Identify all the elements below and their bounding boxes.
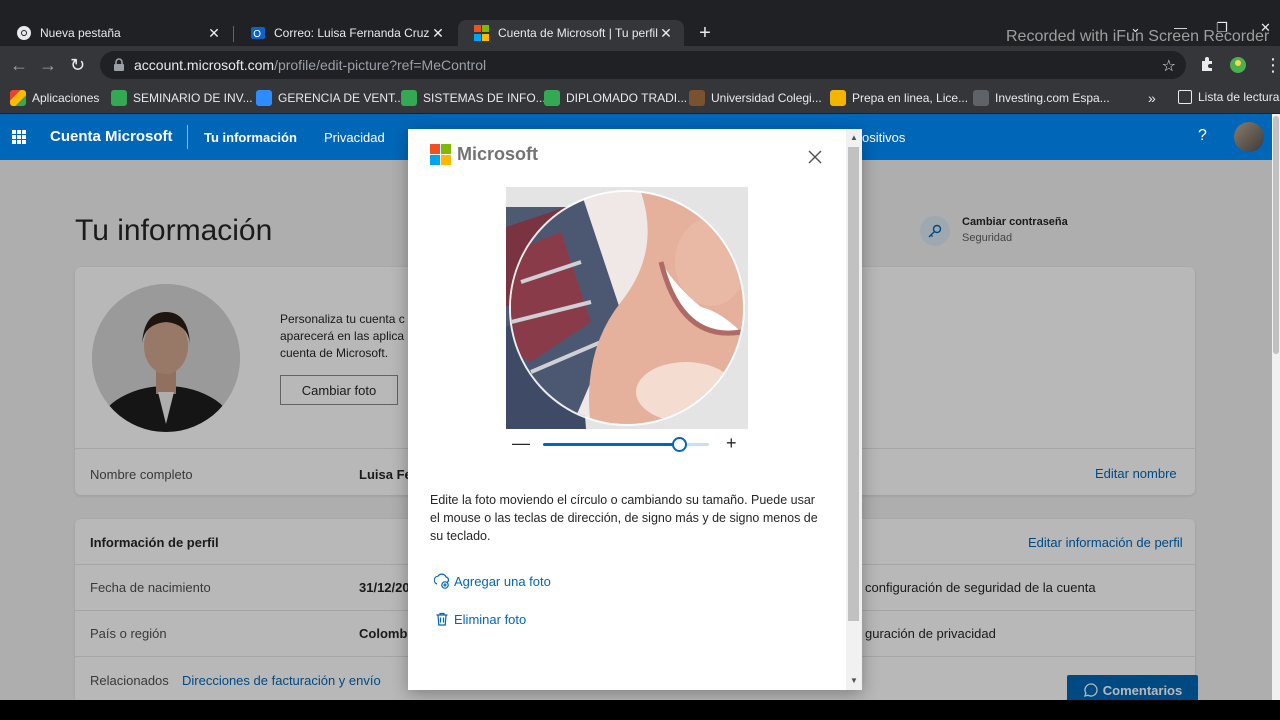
bookmark-star-icon[interactable]: ☆	[1162, 56, 1176, 76]
zoom-slider-fill	[543, 443, 680, 446]
url-host: account.microsoft.com	[134, 57, 275, 73]
bookmark-item[interactable]: Investing.com Espa...	[973, 90, 1110, 106]
scroll-up-icon[interactable]: ▲	[850, 133, 858, 142]
classroom-icon	[544, 90, 560, 106]
crop-selection-circle[interactable]	[509, 190, 745, 426]
photo-crop-area[interactable]	[506, 187, 748, 429]
close-tab-icon[interactable]: ✕	[430, 25, 446, 42]
address-bar[interactable]: account.microsoft.com/profile/edit-pictu…	[100, 51, 1186, 79]
investing-icon	[973, 90, 989, 106]
bookmark-item[interactable]: GERENCIA DE VENT...	[256, 90, 404, 106]
close-tab-icon[interactable]: ✕	[206, 25, 222, 42]
apps-grid-icon	[10, 90, 26, 106]
bookmark-apps[interactable]: Aplicaciones	[10, 90, 99, 106]
dialog-scrollbar[interactable]: ▲ ▼	[846, 129, 862, 690]
zoom-slider[interactable]	[543, 437, 709, 452]
close-icon[interactable]	[807, 149, 823, 165]
svg-text:O: O	[253, 29, 261, 40]
nav-dispositivos[interactable]: ositivos	[862, 130, 905, 145]
tab-title: Correo: Luisa Fernanda Cruz Vasa	[274, 26, 430, 40]
page-scrollbar[interactable]	[1272, 114, 1280, 700]
nav-tu-informacion[interactable]: Tu información	[204, 130, 297, 145]
bookmark-item[interactable]: Universidad Colegi...	[689, 90, 822, 106]
close-tab-icon[interactable]: ✕	[658, 25, 674, 42]
microsoft-wordmark: Microsoft	[457, 144, 538, 164]
nav-privacidad[interactable]: Privacidad	[324, 130, 385, 145]
prepa-icon	[830, 90, 846, 106]
back-arrow-icon[interactable]: ←	[10, 55, 28, 75]
lock-icon	[114, 58, 124, 71]
dialog-scrollbar-thumb[interactable]	[848, 147, 859, 621]
account-brand[interactable]: Cuenta Microsoft	[50, 128, 173, 145]
url-path: /profile/edit-picture?ref=MeControl	[274, 57, 487, 73]
bookmark-label: Aplicaciones	[32, 91, 100, 105]
remove-photo-label: Eliminar foto	[454, 611, 527, 627]
bookmark-label: SISTEMAS DE INFO...	[423, 91, 546, 105]
profile-avatar-icon[interactable]	[1229, 56, 1247, 74]
zoom-slider-thumb[interactable]	[671, 437, 687, 452]
add-photo-link[interactable]: Agregar una foto	[434, 573, 551, 589]
bookmark-item[interactable]: SISTEMAS DE INFO...	[401, 90, 546, 106]
outlook-icon: O	[251, 27, 265, 40]
bookmark-item[interactable]: DIPLOMADO TRADI...	[544, 90, 687, 106]
zoom-out-button[interactable]: —	[512, 434, 530, 452]
bookmark-label: SEMINARIO DE INV...	[133, 91, 253, 105]
header-divider	[187, 125, 188, 149]
microsoft-logo-icon	[474, 25, 490, 41]
edit-photo-dialog: Microsoft — + Edite la foto moviendo el …	[408, 129, 862, 690]
screen-bottom-bar	[0, 700, 1280, 720]
bookmark-label: DIPLOMADO TRADI...	[566, 91, 688, 105]
reload-icon[interactable]: ↻	[70, 55, 85, 75]
bookmark-label: Investing.com Espa...	[995, 91, 1110, 105]
new-tab-button[interactable]: +	[694, 22, 716, 44]
app-launcher-icon[interactable]	[12, 130, 26, 144]
add-photo-label: Agregar una foto	[454, 573, 551, 589]
bookmarks-more-icon[interactable]: »	[1148, 90, 1156, 106]
tab-strip: Nueva pestaña ✕ O Correo: Luisa Fernanda…	[0, 0, 1280, 46]
browser-menu-icon[interactable]: ⋮	[1264, 55, 1280, 75]
zoom-video-icon	[256, 90, 272, 106]
bookmark-item[interactable]: SEMINARIO DE INV...	[111, 90, 253, 106]
tab-title: Cuenta de Microsoft | Tu perfil	[498, 26, 658, 40]
tab-new-tab[interactable]: Nueva pestaña ✕	[0, 20, 232, 46]
edit-instructions: Edite la foto moviendo el círculo o camb…	[430, 493, 818, 543]
reading-list-label: Lista de lectura	[1198, 90, 1280, 104]
bookmark-label: Universidad Colegi...	[711, 91, 822, 105]
trash-icon	[436, 612, 448, 626]
scroll-down-icon[interactable]: ▼	[850, 676, 858, 685]
add-photo-icon	[434, 573, 450, 589]
microsoft-logo: Microsoft	[430, 144, 538, 165]
bookmark-label: GERENCIA DE VENT...	[278, 91, 405, 105]
microsoft-logo-icon	[430, 144, 451, 165]
recorder-watermark: Recorded with iFun Screen Recorder	[1006, 28, 1270, 45]
bookmark-label: Prepa en linea, Lice...	[852, 91, 969, 105]
reading-list-icon	[1178, 90, 1192, 104]
zoom-slider-row: — +	[512, 434, 744, 454]
classroom-icon	[111, 90, 127, 106]
zoom-in-button[interactable]: +	[726, 434, 737, 452]
page-scrollbar-thumb[interactable]	[1273, 116, 1279, 354]
classroom-icon	[401, 90, 417, 106]
chrome-icon	[17, 26, 31, 40]
extensions-puzzle-icon[interactable]	[1199, 56, 1215, 72]
bookmarks-bar: Aplicaciones SEMINARIO DE INV... GERENCI…	[0, 84, 1280, 114]
reading-list[interactable]: Lista de lectura	[1178, 90, 1279, 104]
remove-photo-link[interactable]: Eliminar foto	[434, 611, 526, 627]
cropped-photo	[511, 192, 743, 424]
tab-title: Nueva pestaña	[40, 26, 121, 40]
forward-arrow-icon[interactable]: →	[39, 55, 57, 75]
tab-microsoft-account[interactable]: Cuenta de Microsoft | Tu perfil ✕	[458, 20, 684, 46]
university-icon	[689, 90, 705, 106]
tab-outlook-mail[interactable]: O Correo: Luisa Fernanda Cruz Vasa ✕	[234, 20, 456, 46]
help-icon[interactable]: ?	[1198, 127, 1207, 145]
bookmark-item[interactable]: Prepa en linea, Lice...	[830, 90, 968, 106]
browser-toolbar: ← → ↻ account.microsoft.com/profile/edit…	[0, 46, 1280, 84]
user-avatar[interactable]	[1234, 122, 1264, 152]
